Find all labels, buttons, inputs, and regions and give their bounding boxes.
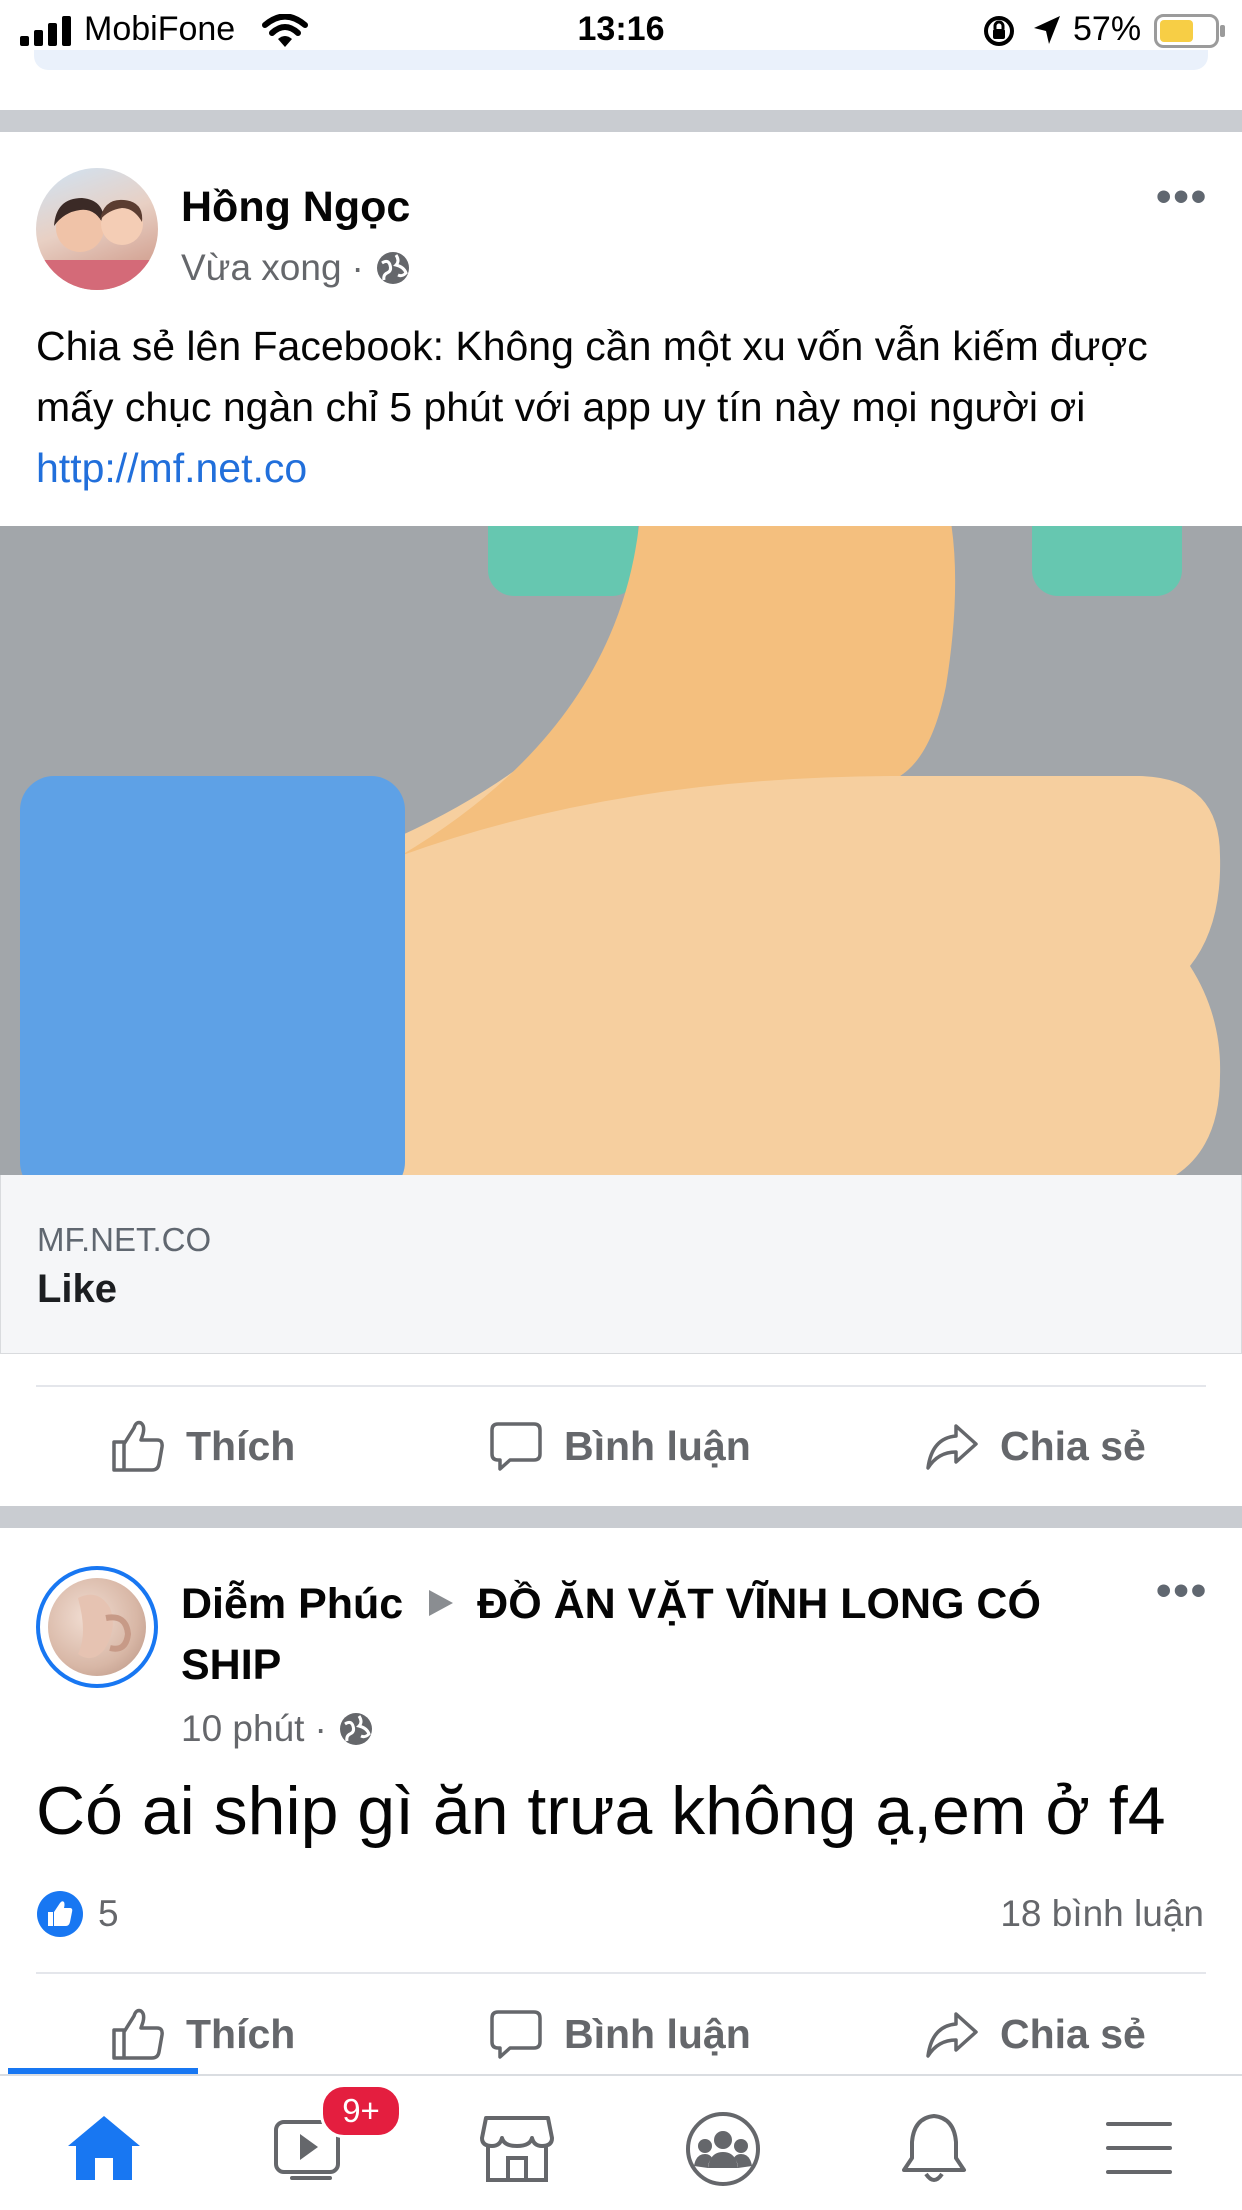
comment-button[interactable]: Bình luận: [488, 2006, 751, 2062]
post-text: Có ai ship gì ăn trưa không ạ,em ở f4: [36, 1773, 1166, 1849]
thumbs-up-icon: [112, 1420, 164, 1472]
post-link[interactable]: http://mf.net.co: [36, 445, 307, 491]
comment-bubble-icon: [490, 2010, 542, 2059]
marketplace-store-icon[interactable]: [480, 2110, 554, 2184]
comment-count[interactable]: 18 bình luận: [1000, 1893, 1204, 1935]
orientation-lock-icon: [984, 16, 1014, 46]
link-preview-caption[interactable]: MF.NET.CO Like: [0, 1175, 1242, 1354]
home-icon[interactable]: [66, 2112, 142, 2184]
post-more-options-icon[interactable]: •••: [1156, 1566, 1208, 1616]
reaction-count: 5: [98, 1893, 119, 1934]
watch-notification-badge: 9+: [320, 2084, 402, 2138]
author-avatar-story-ring[interactable]: [36, 1566, 158, 1688]
post-body: Chia sẻ lên Facebook: Không cần một xu v…: [36, 316, 1206, 499]
groups-icon[interactable]: [684, 2110, 762, 2188]
comment-button[interactable]: Bình luận: [488, 1418, 751, 1474]
meta-dot: ·: [351, 247, 364, 288]
post-timestamp[interactable]: Vừa xong: [181, 247, 342, 289]
post-author-name[interactable]: Hồng Ngọc: [181, 183, 410, 232]
link-preview-image[interactable]: [0, 526, 1242, 1175]
feed-separator: [0, 110, 1242, 132]
like-button[interactable]: Thích: [110, 1418, 295, 1474]
post-more-options-icon[interactable]: •••: [1156, 172, 1208, 222]
share-label: Chia sẻ: [1000, 2010, 1146, 2057]
share-label: Chia sẻ: [1000, 1422, 1146, 1469]
post-header-title: Diễm Phúc ĐỒ ĂN VẶT VĨNH LONG CÓ SHIP: [181, 1574, 1081, 1696]
menu-hamburger-icon[interactable]: [1104, 2118, 1174, 2178]
avatar-photo: [36, 198, 158, 290]
avatar-photo: [78, 1594, 132, 1659]
thumbs-up-icon: [112, 2008, 164, 2060]
notifications-bell-icon[interactable]: [898, 2110, 970, 2188]
globe-icon: [376, 252, 409, 284]
author-avatar: [48, 1578, 146, 1676]
like-reaction-icon: [37, 1891, 83, 1937]
post-meta: 10 phút ·: [181, 1708, 375, 1750]
post-meta: Vừa xong ·: [181, 247, 412, 289]
bottom-tab-bar: 9+: [0, 2068, 1242, 2210]
play-triangle-icon: [429, 1590, 454, 1616]
post-text: Chia sẻ lên Facebook: Không cần một xu v…: [36, 323, 1148, 430]
share-arrow-icon: [926, 2012, 978, 2058]
comment-bubble-icon: [490, 1422, 542, 1471]
share-button[interactable]: Chia sẻ: [924, 1418, 1146, 1474]
battery-percentage: 57%: [1073, 10, 1142, 48]
comment-label: Bình luận: [564, 1422, 751, 1469]
post-author-name[interactable]: Diễm Phúc: [181, 1580, 403, 1628]
action-divider: [36, 1385, 1206, 1387]
location-arrow-icon: [1034, 16, 1060, 44]
feed-separator: [0, 1506, 1242, 1528]
like-label: Thích: [186, 2010, 296, 2057]
thumbs-up-illustration: [20, 526, 1221, 1175]
meta-dot: ·: [314, 1708, 327, 1749]
globe-icon: [339, 1713, 372, 1745]
previous-card-edge: [34, 50, 1208, 70]
share-arrow-icon: [926, 1424, 978, 1470]
link-domain: MF.NET.CO: [37, 1221, 212, 1258]
like-label: Thích: [186, 1422, 296, 1469]
active-tab-indicator: [8, 2068, 198, 2074]
reaction-summary[interactable]: 5: [36, 1890, 119, 1938]
author-avatar[interactable]: [36, 168, 158, 290]
like-button[interactable]: Thích: [110, 2006, 295, 2062]
comment-label: Bình luận: [564, 2010, 751, 2057]
link-title: Like: [37, 1267, 118, 1311]
post-timestamp[interactable]: 10 phút: [181, 1708, 304, 1750]
battery-icon: [1154, 14, 1225, 48]
action-divider: [36, 1972, 1206, 1974]
share-button[interactable]: Chia sẻ: [924, 2006, 1146, 2062]
